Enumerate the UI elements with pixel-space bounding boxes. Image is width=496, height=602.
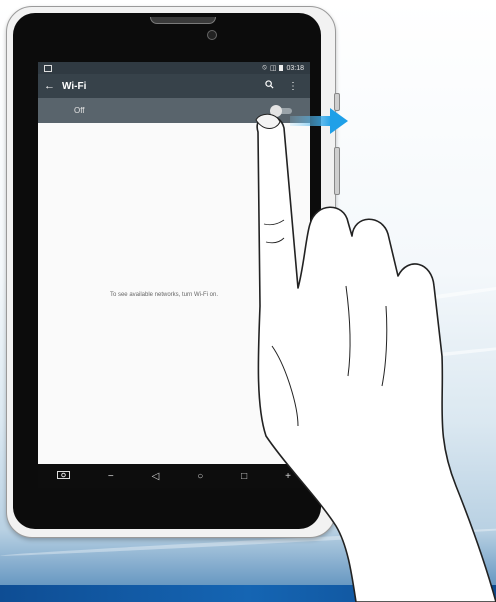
no-sim-icon: ⦸ [262, 64, 267, 71]
hand-illustration [255, 113, 496, 602]
status-bar: ⦸ ◫ 03:18 [38, 62, 310, 74]
more-vert-icon[interactable]: ⋮ [288, 81, 298, 92]
arrow-left-icon[interactable]: ← [44, 80, 62, 92]
screenshot-icon[interactable] [56, 470, 70, 482]
home-icon[interactable]: ○ [197, 471, 203, 482]
notification-icon [44, 64, 52, 72]
signal-icon: ◫ [269, 65, 277, 72]
status-time: 03:18 [286, 64, 304, 72]
app-bar: ← Wi-Fi ⋮ [38, 74, 310, 98]
page-title: Wi-Fi [62, 80, 87, 92]
volume-down-icon[interactable]: − [108, 471, 114, 482]
speaker-grille [150, 17, 216, 24]
battery-icon [279, 65, 284, 71]
front-camera-icon [207, 30, 217, 40]
search-icon[interactable] [265, 80, 274, 92]
wifi-toggle-label: Off [74, 106, 85, 115]
back-icon[interactable]: ◁ [152, 471, 160, 482]
